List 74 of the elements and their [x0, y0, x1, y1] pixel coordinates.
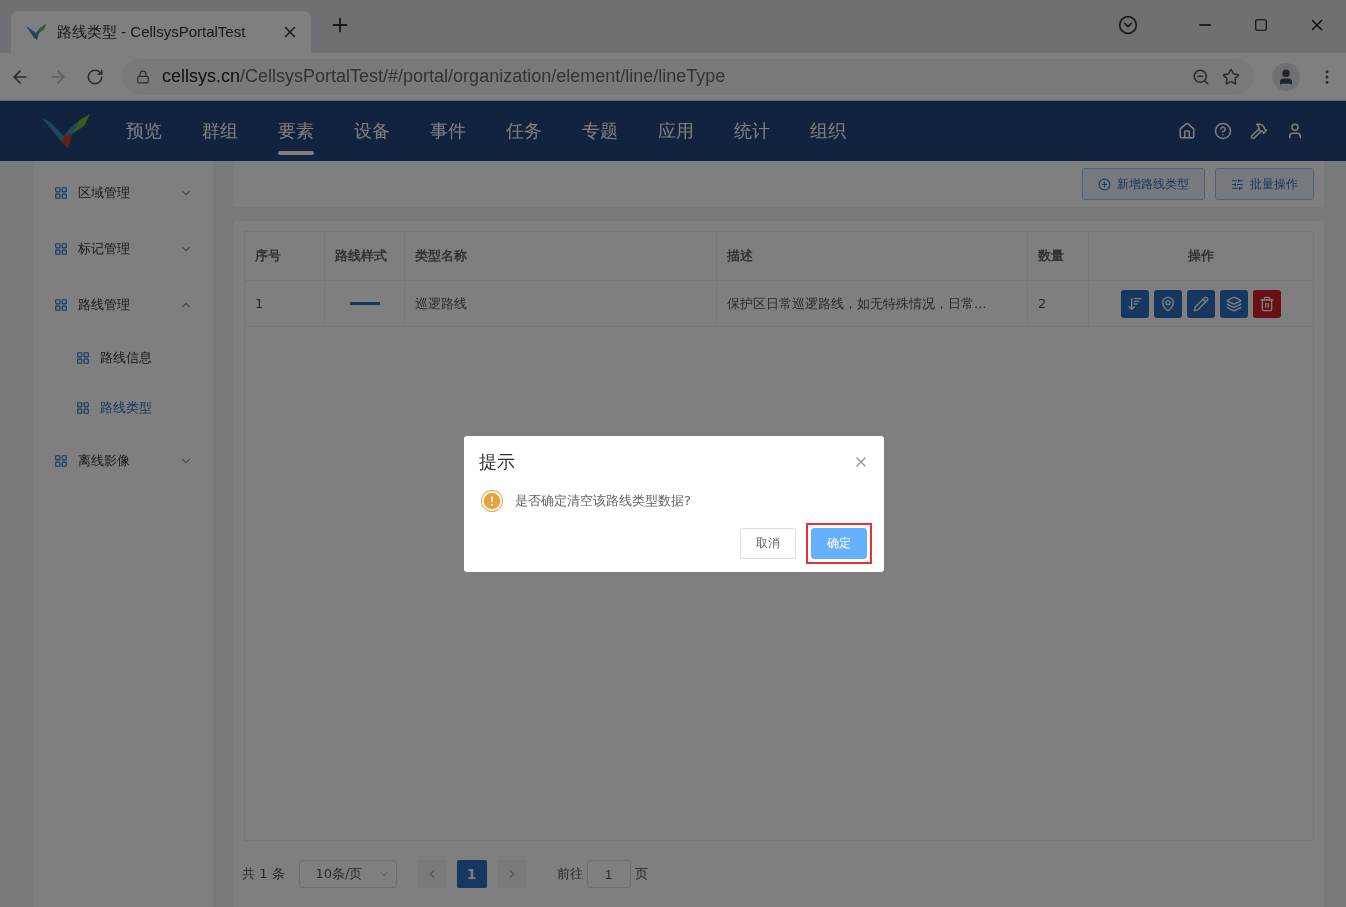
map-pin-icon — [1160, 295, 1176, 312]
nav-tab[interactable]: 要素 — [258, 101, 334, 161]
nav-tab[interactable]: 事件 — [410, 101, 486, 161]
grid-icon — [54, 298, 68, 312]
trash-icon — [1259, 295, 1275, 312]
table-cell: 1 — [245, 281, 325, 326]
page-size-select[interactable]: 10条/页 — [298, 860, 397, 888]
dialog-message: 是否确定清空该路线类型数据? — [515, 492, 691, 510]
delete-button[interactable] — [1253, 289, 1281, 318]
nav-tab[interactable]: 预览 — [106, 101, 182, 161]
nav-tab[interactable]: 专题 — [562, 101, 638, 161]
sidebar-item[interactable]: 离线影像 — [34, 433, 213, 489]
warning-icon — [481, 490, 503, 512]
layers-icon — [1226, 295, 1242, 312]
star-icon[interactable] — [1222, 67, 1240, 86]
cancel-button[interactable]: 取消 — [740, 528, 796, 559]
pencil-icon — [1193, 295, 1209, 312]
grid-icon — [76, 351, 90, 365]
plus-circle-icon — [1098, 177, 1111, 191]
lock-icon — [136, 69, 150, 84]
favicon-icon — [25, 23, 47, 41]
browser-tab[interactable]: 路线类型 - CellsysPortalTest — [11, 11, 311, 53]
help-icon[interactable] — [1214, 122, 1232, 140]
nav-tab[interactable]: 应用 — [638, 101, 714, 161]
nav-tab[interactable]: 设备 — [334, 101, 410, 161]
goto-page-field[interactable]: 1 — [586, 860, 631, 888]
sidebar-item[interactable]: 区域管理 — [34, 165, 213, 221]
sliders-icon — [1231, 177, 1244, 191]
column-header: 路线样式 — [325, 232, 405, 280]
grid-icon — [54, 242, 68, 256]
reload-icon[interactable] — [86, 67, 104, 86]
map-button[interactable] — [1154, 289, 1182, 318]
zoom-out-icon[interactable] — [1192, 67, 1210, 86]
dialog-title: 提示 — [479, 450, 515, 474]
sort-icon — [1127, 295, 1143, 312]
toolbar-button[interactable]: 批量操作 — [1215, 168, 1314, 200]
page-button[interactable]: 1 — [456, 860, 487, 888]
url-text: cellsys.cn/CellsysPortalTest/#/portal/organization/element/line/lineType — [162, 66, 727, 87]
nav-tab[interactable]: 任务 — [486, 101, 562, 161]
tools-icon[interactable] — [1250, 122, 1268, 140]
sidebar-item[interactable]: 路线管理 — [34, 277, 213, 333]
nav-tab[interactable]: 统计 — [714, 101, 790, 161]
confirm-button[interactable]: 确定 — [811, 528, 867, 559]
profile-icon[interactable] — [1272, 62, 1300, 91]
table-cell: 保护区日常巡逻路线，如无特殊情况，日常... — [717, 281, 1028, 326]
column-header: 描述 — [717, 232, 1028, 280]
column-header: 数量 — [1028, 232, 1089, 280]
sidebar-subitem[interactable]: 路线类型 — [34, 383, 213, 433]
address-bar[interactable]: cellsys.cn/CellsysPortalTest/#/portal/organization/element/line/lineType — [122, 58, 1254, 95]
tab-title: 路线类型 - CellsysPortalTest — [57, 22, 247, 42]
column-header: 操作 — [1187, 247, 1215, 265]
goto-label: 前往 — [556, 865, 583, 883]
column-header: 类型名称 — [405, 232, 717, 280]
page-suffix: 页 — [634, 865, 648, 883]
layers-button[interactable] — [1220, 289, 1248, 318]
user-icon[interactable] — [1286, 122, 1304, 140]
grid-icon — [76, 401, 90, 415]
tab-search-icon[interactable] — [1118, 14, 1138, 35]
sort-button[interactable] — [1121, 289, 1149, 318]
maximize-icon[interactable] — [1254, 18, 1268, 32]
sidebar-subitem[interactable]: 路线信息 — [34, 333, 213, 383]
home-icon[interactable] — [1178, 122, 1196, 140]
total-count: 共 1 条 — [242, 865, 285, 883]
toolbar-button[interactable]: 新增路线类型 — [1082, 168, 1205, 200]
nav-tab[interactable]: 组织 — [790, 101, 866, 161]
table-cell: 2 — [1028, 281, 1089, 326]
sidebar-item[interactable]: 标记管理 — [34, 221, 213, 277]
edit-button[interactable] — [1187, 289, 1215, 318]
column-header: 序号 — [245, 232, 325, 280]
table-cell: 巡逻路线 — [405, 281, 717, 326]
grid-icon — [54, 454, 68, 468]
nav-tab[interactable]: 群组 — [182, 101, 258, 161]
line-style-swatch — [349, 302, 380, 305]
grid-icon — [54, 186, 68, 200]
